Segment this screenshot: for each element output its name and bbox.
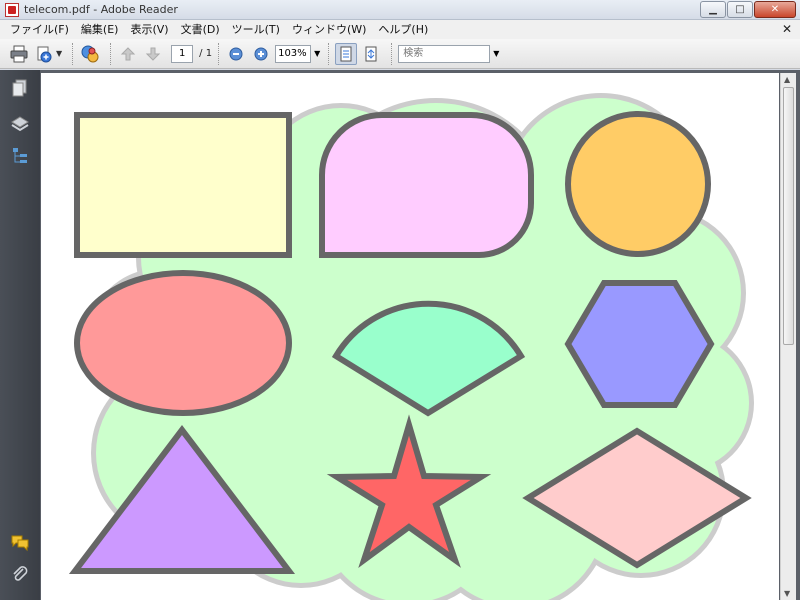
ellipse-shape	[74, 270, 292, 416]
share-dropdown-icon[interactable]: ▼	[56, 49, 62, 58]
search-input[interactable]: 検索	[398, 44, 491, 63]
document-share-icon	[37, 46, 52, 62]
menu-edit[interactable]: 編集(E)	[75, 20, 125, 39]
page-number-input[interactable]: 1	[171, 44, 194, 63]
fit-width-button[interactable]	[335, 42, 358, 65]
page-drawing	[68, 93, 754, 600]
toolbar-separator	[72, 42, 74, 65]
scrollbar-thumb[interactable]	[783, 87, 794, 345]
menu-view[interactable]: 表示(V)	[124, 20, 174, 39]
page-total: / 1	[199, 48, 213, 59]
next-page-button[interactable]	[142, 43, 164, 65]
window-controls: ▁ □ ✕	[700, 1, 796, 18]
globe-collaborate-icon	[81, 45, 99, 62]
bookmarks-tree-icon[interactable]	[10, 146, 30, 166]
collaborate-button[interactable]	[79, 43, 101, 65]
rectangle-shape	[74, 112, 292, 258]
attachments-paperclip-icon[interactable]	[10, 564, 30, 584]
rounded-rectangle-shape	[319, 112, 534, 258]
arrow-down-icon	[145, 47, 161, 61]
scroll-down-icon[interactable]: ▼	[784, 589, 790, 598]
pages-icon[interactable]	[10, 78, 30, 98]
menu-document[interactable]: 文書(D)	[175, 20, 226, 39]
navigation-panel	[0, 70, 40, 600]
printer-icon	[10, 45, 28, 62]
close-document-icon[interactable]: ✕	[782, 22, 792, 36]
comments-icon[interactable]	[10, 532, 30, 552]
pdf-page	[41, 73, 779, 600]
zoom-level-input[interactable]: 103%	[275, 44, 312, 63]
menu-file[interactable]: ファイル(F)	[4, 20, 75, 39]
maximize-button[interactable]: □	[727, 1, 753, 18]
zoom-dropdown-icon[interactable]: ▼	[314, 49, 320, 58]
minimize-button[interactable]: ▁	[700, 1, 726, 18]
document-area	[40, 70, 800, 600]
previous-page-button[interactable]	[117, 43, 139, 65]
menu-window[interactable]: ウィンドウ(W)	[286, 20, 372, 39]
menu-help[interactable]: ヘルプ(H)	[372, 20, 434, 39]
vertical-scrollbar[interactable]: ▲ ▼	[780, 73, 796, 600]
toolbar: ▼ 1 / 1 103% ▼ 検索 ▼	[0, 39, 800, 69]
toolbar-separator	[328, 42, 330, 65]
title-bar: telecom.pdf - Adobe Reader ▁ □ ✕	[0, 0, 800, 20]
toolbar-separator	[110, 42, 112, 65]
arrow-up-icon	[120, 46, 136, 60]
fit-page-icon	[365, 46, 377, 61]
toolbar-separator	[218, 42, 220, 65]
scroll-up-icon[interactable]: ▲	[784, 75, 790, 84]
fit-width-icon	[340, 46, 352, 61]
zoom-out-icon	[229, 47, 243, 60]
toolbar-separator	[391, 42, 393, 65]
zoom-in-icon	[254, 47, 268, 60]
menu-bar: ファイル(F) 編集(E) 表示(V) 文書(D) ツール(T) ウィンドウ(W…	[0, 20, 800, 39]
fit-page-button[interactable]	[360, 43, 382, 65]
print-button[interactable]	[8, 43, 30, 65]
zoom-in-button[interactable]	[250, 43, 272, 65]
adobe-reader-icon	[5, 2, 19, 17]
close-button[interactable]: ✕	[754, 1, 796, 18]
zoom-out-button[interactable]	[225, 43, 247, 65]
menu-tools[interactable]: ツール(T)	[226, 20, 286, 39]
search-dropdown-icon[interactable]: ▼	[493, 49, 499, 58]
share-button[interactable]	[33, 43, 55, 65]
layers-icon[interactable]	[10, 114, 30, 134]
circle-shape	[565, 111, 711, 257]
window-title: telecom.pdf - Adobe Reader	[24, 3, 178, 16]
